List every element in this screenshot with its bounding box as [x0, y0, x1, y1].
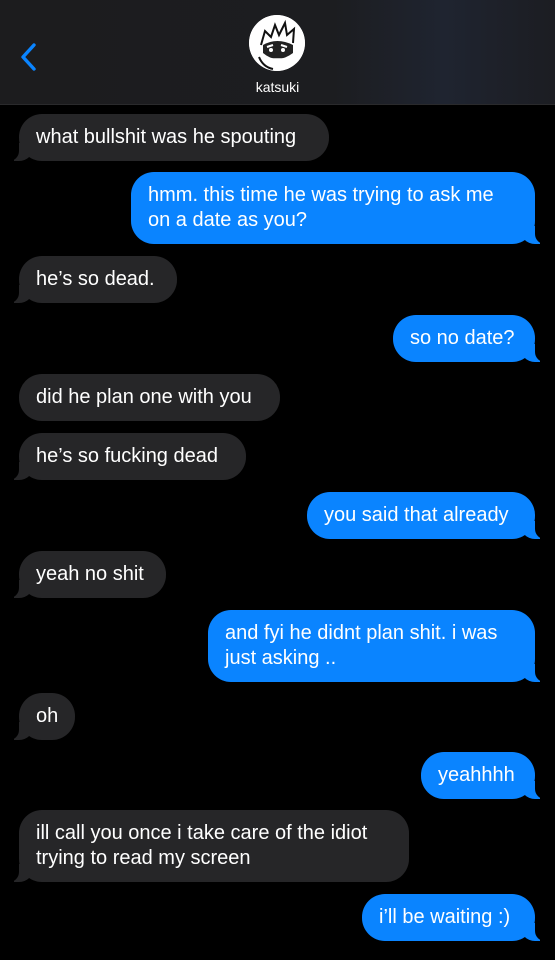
sent-message[interactable]: you said that already — [307, 492, 545, 539]
chevron-left-icon — [21, 43, 36, 71]
message-text: i’ll be waiting :) — [379, 906, 511, 928]
message-thread[interactable]: what bullshit was he spouting hmm. this … — [0, 104, 555, 960]
contact-name[interactable]: katsuki — [0, 79, 555, 95]
back-button[interactable] — [14, 38, 48, 76]
message-text: so no date? — [410, 327, 515, 349]
message-text: he’s so fucking dead — [36, 445, 218, 467]
message-text: hmm. this time he was trying to ask me o… — [148, 184, 494, 231]
message-text: did he plan one with you — [36, 386, 252, 408]
message-text: he’s so dead. — [36, 268, 155, 290]
received-message[interactable]: yeah no shit — [9, 551, 166, 598]
sent-message[interactable]: hmm. this time he was trying to ask me o… — [131, 172, 545, 244]
message-text: yeahhhh — [438, 764, 515, 786]
received-message[interactable]: he’s so fucking dead — [9, 433, 246, 480]
sent-message[interactable]: so no date? — [393, 315, 545, 362]
sent-message[interactable]: i’ll be waiting :) — [362, 894, 545, 941]
contact-avatar[interactable] — [249, 15, 305, 71]
received-message[interactable]: ill call you once i take care of the idi… — [9, 810, 409, 882]
conversation-header: katsuki — [0, 0, 555, 105]
received-message[interactable]: oh — [9, 693, 75, 740]
message-text: and fyi he didnt plan shit. i was just a… — [225, 622, 498, 669]
message-text: oh — [36, 705, 59, 727]
message-text: yeah no shit — [36, 563, 144, 585]
sent-message[interactable]: yeahhhh — [421, 752, 545, 799]
message-text: ill call you once i take care of the idi… — [36, 822, 368, 869]
received-message[interactable]: he’s so dead. — [9, 256, 177, 303]
received-message[interactable]: what bullshit was he spouting — [9, 114, 329, 161]
received-message[interactable]: did he plan one with you — [19, 374, 280, 421]
message-text: what bullshit was he spouting — [36, 126, 297, 148]
avatar-image — [249, 15, 305, 71]
sent-message[interactable]: and fyi he didnt plan shit. i was just a… — [208, 610, 545, 682]
message-text: you said that already — [324, 504, 509, 526]
